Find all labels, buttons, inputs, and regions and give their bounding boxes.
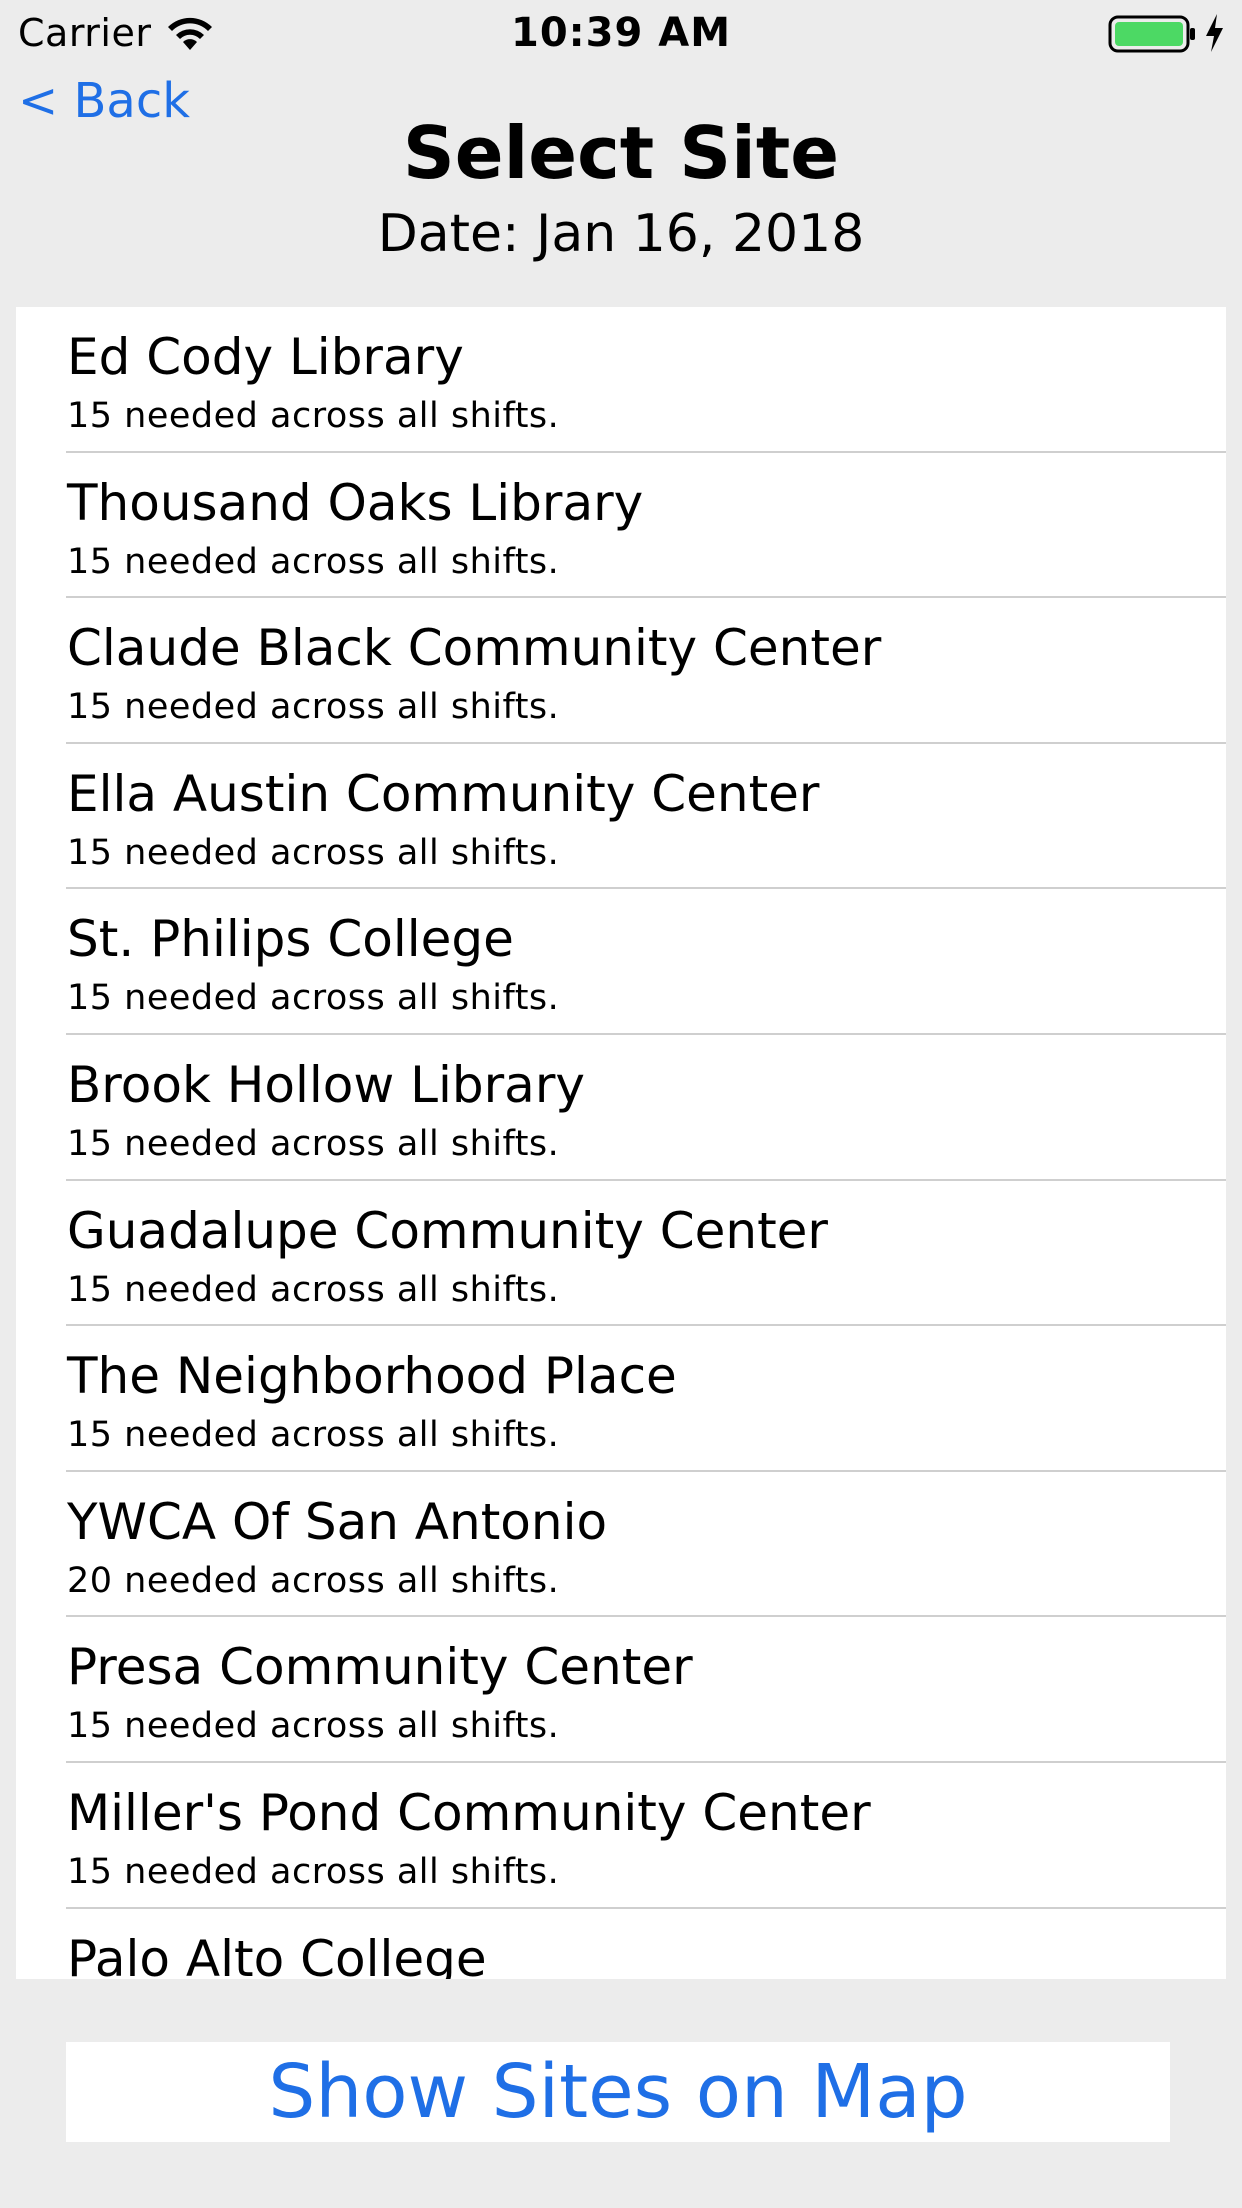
page-title: Select Site	[402, 111, 840, 195]
site-detail: 15 needed across all shifts.	[67, 1851, 560, 1892]
site-row[interactable]: Ed Cody Library 15 needed across all shi…	[16, 307, 1226, 453]
site-detail: 15 needed across all shifts.	[67, 1706, 560, 1747]
site-detail: 15 needed across all shifts.	[67, 1269, 560, 1310]
site-detail: 15 needed across all shifts.	[67, 832, 560, 873]
site-row[interactable]: Palo Alto College	[16, 1909, 1226, 1979]
site-name: Brook Hollow Library	[67, 1055, 585, 1114]
site-row[interactable]: Guadalupe Community Center 15 needed acr…	[16, 1181, 1226, 1327]
site-detail: 15 needed across all shifts.	[67, 1415, 560, 1456]
site-name: The Neighborhood Place	[67, 1347, 677, 1406]
site-row[interactable]: Thousand Oaks Library 15 needed across a…	[16, 453, 1226, 599]
site-row[interactable]: Claude Black Community Center 15 needed …	[16, 598, 1226, 744]
site-detail: 15 needed across all shifts.	[67, 978, 560, 1019]
site-row[interactable]: The Neighborhood Place 15 needed across …	[16, 1326, 1226, 1472]
bolt-icon	[1206, 14, 1223, 52]
site-name: Ella Austin Community Center	[67, 764, 820, 823]
site-name: Palo Alto College	[67, 1929, 487, 1979]
site-list[interactable]: Ed Cody Library 15 needed across all shi…	[16, 307, 1226, 1979]
site-name: Thousand Oaks Library	[67, 473, 644, 532]
site-name: Presa Community Center	[67, 1638, 693, 1697]
site-name: Claude Black Community Center	[67, 619, 882, 678]
site-name: Miller's Pond Community Center	[67, 1783, 871, 1842]
battery-icon	[1108, 15, 1195, 53]
site-name: YWCA Of San Antonio	[67, 1492, 608, 1551]
date-subtitle: Date: Jan 16, 2018	[377, 204, 865, 264]
site-row[interactable]: YWCA Of San Antonio 20 needed across all…	[16, 1472, 1226, 1618]
site-detail: 15 needed across all shifts.	[67, 541, 560, 582]
status-time: 10:39 AM	[510, 10, 731, 56]
site-row[interactable]: Ella Austin Community Center 15 needed a…	[16, 744, 1226, 890]
site-name: Guadalupe Community Center	[67, 1201, 828, 1260]
status-bar: Carrier 10:39 AM	[0, 0, 1242, 66]
site-name: St. Philips College	[67, 910, 514, 969]
site-detail: 15 needed across all shifts.	[67, 687, 560, 728]
site-detail: 15 needed across all shifts.	[67, 396, 560, 436]
site-name: Ed Cody Library	[67, 328, 464, 386]
site-row[interactable]: St. Philips College 15 needed across all…	[16, 889, 1226, 1035]
show-sites-on-map-button[interactable]: Show Sites on Map	[66, 2042, 1170, 2142]
site-row[interactable]: Presa Community Center 15 needed across …	[16, 1617, 1226, 1763]
site-detail: 20 needed across all shifts.	[67, 1560, 560, 1601]
site-row[interactable]: Brook Hollow Library 15 needed across al…	[16, 1035, 1226, 1181]
site-detail: 15 needed across all shifts.	[67, 1123, 560, 1164]
site-row[interactable]: Miller's Pond Community Center 15 needed…	[16, 1763, 1226, 1909]
